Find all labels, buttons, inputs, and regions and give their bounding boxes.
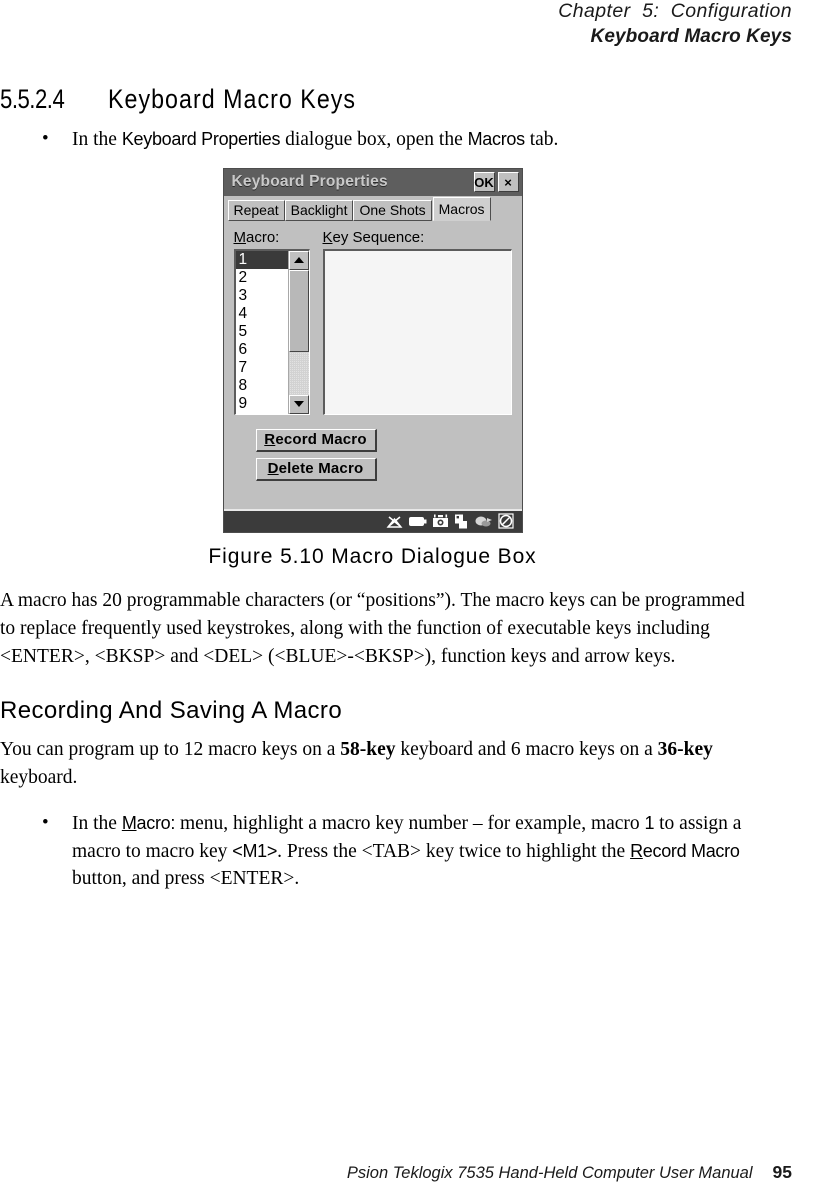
list-item[interactable]: 4 bbox=[236, 305, 288, 323]
list-item[interactable]: 9 bbox=[236, 395, 288, 413]
bullet-text-mid3: . Press the <TAB> key twice to highlight… bbox=[277, 840, 631, 862]
header-chapter: Chapter 5: Configuration bbox=[558, 0, 792, 22]
macro-list[interactable]: 1 2 3 4 5 6 7 8 9 bbox=[235, 250, 288, 414]
tab-macros[interactable]: Macros bbox=[432, 196, 491, 221]
section-heading: 5.5.2.4 Keyboard Macro Keys bbox=[0, 84, 760, 115]
device-taskbar bbox=[223, 508, 522, 532]
bullet-dot-icon: • bbox=[42, 812, 49, 834]
scrollbar-track[interactable] bbox=[288, 269, 309, 395]
macro-label: Macro: bbox=[234, 229, 310, 246]
ok-button[interactable]: OK bbox=[473, 172, 495, 193]
scanner-icon[interactable] bbox=[432, 514, 449, 529]
dialog-titlebar: Keyboard Properties OK × bbox=[223, 168, 522, 196]
scrollbar-thumb[interactable] bbox=[288, 269, 309, 353]
list-item[interactable]: 7 bbox=[236, 359, 288, 377]
section-title: Keyboard Macro Keys bbox=[108, 84, 357, 114]
figure-macro-dialogue-box: Keyboard Properties OK × Repeat Backligh… bbox=[0, 167, 745, 569]
macro-description-block: A macro has 20 programmable characters (… bbox=[0, 587, 760, 671]
delete-macro-accel: D bbox=[267, 460, 279, 478]
printer-icon[interactable] bbox=[474, 514, 493, 528]
key-sequence-input[interactable] bbox=[322, 248, 512, 415]
bullet-text-pre: In the bbox=[72, 129, 122, 150]
bullet-text-pre: In the bbox=[72, 813, 122, 835]
macros-tab-panel: Macro: 1 2 3 4 5 6 7 8 9 Key Sequence: R… bbox=[223, 220, 522, 509]
macro-list-scrollbar[interactable] bbox=[287, 250, 309, 414]
ui-accel-m: M bbox=[121, 813, 137, 834]
recording-intro: You can program up to 12 macro keys on a… bbox=[0, 736, 760, 792]
record-macro-accel: R bbox=[264, 431, 276, 449]
list-item[interactable]: 1 bbox=[235, 250, 288, 269]
bullet-list-recording: • In the Macro: menu, highlight a macro k… bbox=[0, 810, 760, 893]
ui-rest-record-macro: ecord Macro bbox=[642, 840, 740, 861]
bullet-dot-icon: • bbox=[42, 128, 49, 149]
chevron-down-icon bbox=[293, 401, 304, 408]
recording-intro-mid: keyboard and 6 macro keys on a bbox=[395, 738, 658, 760]
tab-backlight[interactable]: Backlight bbox=[284, 199, 354, 221]
close-icon[interactable]: × bbox=[497, 172, 519, 193]
key-sequence-label-rest: ey Sequence: bbox=[332, 228, 425, 246]
ui-name-macro-menu: Macro: bbox=[121, 813, 176, 834]
device-icon[interactable] bbox=[454, 514, 469, 529]
delete-macro-button[interactable]: Delete Macro bbox=[255, 457, 377, 481]
keyboard-36-key: 36-key bbox=[657, 738, 713, 760]
delete-macro-label: elete Macro bbox=[278, 460, 364, 478]
list-item[interactable]: 3 bbox=[236, 287, 288, 305]
page-footer: Psion Teklogix 7535 Hand-Held Computer U… bbox=[0, 1162, 792, 1183]
page-content: 5.5.2.4 Keyboard Macro Keys • In the Keyb… bbox=[0, 84, 760, 895]
macro-column: Macro: 1 2 3 4 5 6 7 8 9 bbox=[233, 229, 310, 415]
record-macro-button[interactable]: Record Macro bbox=[255, 428, 377, 452]
keyboard-58-key: 58-key bbox=[340, 738, 396, 760]
scroll-down-button[interactable] bbox=[288, 394, 309, 414]
header-section-title: Keyboard Macro Keys bbox=[590, 26, 792, 47]
list-item[interactable]: 5 bbox=[236, 323, 288, 341]
macro-label-rest: acro: bbox=[246, 228, 280, 246]
bullet-text-mid: dialogue box, open the bbox=[280, 129, 468, 150]
record-macro-label: ecord Macro bbox=[275, 431, 367, 449]
list-item[interactable]: 2 bbox=[236, 269, 288, 287]
recording-subheading: Recording And Saving A Macro bbox=[0, 696, 343, 724]
bullet-text-mid1: menu, highlight a macro key number – for… bbox=[175, 813, 645, 835]
macro-listbox[interactable]: 1 2 3 4 5 6 7 8 9 bbox=[233, 248, 310, 415]
macro-action-buttons: Record Macro Delete Macro bbox=[255, 428, 512, 481]
list-item[interactable]: 6 bbox=[236, 341, 288, 359]
list-item[interactable]: 8 bbox=[236, 377, 288, 395]
section-number: 5.5.2.4 bbox=[0, 84, 65, 114]
battery-icon[interactable] bbox=[408, 515, 427, 528]
ui-key-m1: <M1> bbox=[232, 840, 278, 861]
device-screenshot: Keyboard Properties OK × Repeat Backligh… bbox=[222, 167, 523, 533]
list-item: • In the Keyboard Properties dialogue box… bbox=[0, 126, 760, 154]
tab-one-shots[interactable]: One Shots bbox=[353, 199, 432, 221]
ui-name-macros-tab: Macros bbox=[467, 129, 526, 149]
bullet-text-post: tab. bbox=[524, 129, 559, 150]
macro-fields-row: Macro: 1 2 3 4 5 6 7 8 9 Key Sequence: bbox=[233, 229, 512, 415]
ui-name-keyboard-properties: Keyboard Properties bbox=[121, 129, 281, 149]
ui-accel-r: R bbox=[630, 840, 643, 861]
list-item: • In the Macro: menu, highlight a macro k… bbox=[0, 810, 760, 893]
ui-rest-macro: acro: bbox=[136, 813, 176, 834]
ui-value-macro-1: 1 bbox=[644, 813, 655, 834]
bullet-list-intro: • In the Keyboard Properties dialogue box… bbox=[0, 126, 760, 154]
recording-intro-post: keyboard. bbox=[0, 767, 78, 788]
page-header: Chapter 5: Configuration Keyboard Macro … bbox=[558, 0, 792, 48]
dialog-title: Keyboard Properties bbox=[231, 173, 388, 191]
bullet-text-post: button, and press <ENTER>. bbox=[72, 868, 300, 890]
key-sequence-label-accel: K bbox=[322, 228, 333, 246]
macro-label-accel: M bbox=[233, 228, 247, 246]
figure-caption: Figure 5.10 Macro Dialogue Box bbox=[208, 544, 537, 568]
page-number: 95 bbox=[772, 1162, 792, 1182]
key-sequence-column: Key Sequence: bbox=[322, 229, 512, 415]
recording-intro-pre: You can program up to 12 macro keys on a bbox=[0, 738, 341, 760]
ui-name-record-macro-button: Record Macro bbox=[630, 840, 740, 861]
key-sequence-label: Key Sequence: bbox=[323, 229, 512, 246]
tab-repeat[interactable]: Repeat bbox=[227, 199, 285, 221]
scroll-up-button[interactable] bbox=[288, 250, 309, 270]
chevron-up-icon bbox=[293, 257, 304, 264]
footer-manual-title: Psion Teklogix 7535 Hand-Held Computer U… bbox=[346, 1164, 753, 1182]
no-entry-icon[interactable] bbox=[497, 513, 514, 529]
dialog-tab-row: Repeat Backlight One Shots Macros bbox=[224, 196, 522, 221]
macro-description: A macro has 20 programmable characters (… bbox=[0, 589, 745, 667]
antenna-disabled-icon[interactable] bbox=[386, 514, 403, 529]
